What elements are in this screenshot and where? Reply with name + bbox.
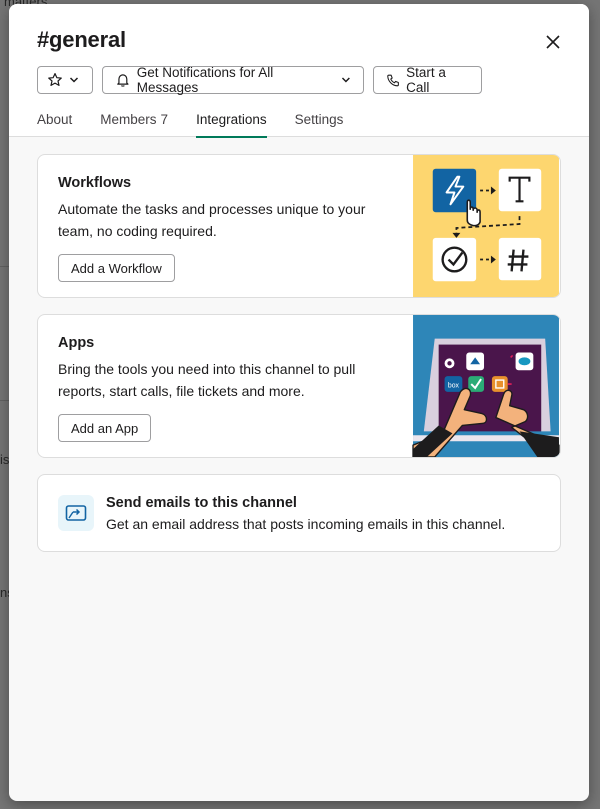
- workflows-title: Workflows: [58, 175, 132, 191]
- start-call-label: Start a Call: [406, 65, 446, 95]
- email-icon-container: [58, 495, 94, 531]
- tab-label: About: [37, 112, 73, 127]
- tab-about[interactable]: About: [37, 112, 72, 137]
- apps-illustration: box: [412, 315, 560, 457]
- star-icon: [48, 73, 62, 86]
- email-title: Send emails to this channel: [106, 495, 297, 511]
- tab-integrations[interactable]: Integrations: [196, 112, 267, 138]
- channel-hash: #: [37, 27, 50, 52]
- workflows-illustration: [413, 155, 559, 297]
- channel-actions: Get Notifications for All Messages Start…: [37, 65, 482, 95]
- apps-description: Bring the tools you need into this chann…: [58, 361, 356, 399]
- close-button[interactable]: [541, 30, 565, 54]
- apps-text: Apps Bring the tools you need into this …: [58, 335, 398, 402]
- email-forward-icon: [65, 505, 87, 521]
- modal-header: #general Get Notifications for All Messa…: [9, 4, 589, 138]
- add-app-button[interactable]: Add an App: [58, 414, 152, 442]
- workflows-description: Automate the tasks and processes unique …: [58, 201, 366, 239]
- tab-label: Integrations: [196, 112, 267, 127]
- add-workflow-button[interactable]: Add a Workflow: [58, 254, 175, 282]
- apps-title: Apps: [58, 335, 95, 351]
- chevron-down-icon: [342, 77, 351, 83]
- box-app-tile: box: [448, 382, 460, 389]
- chevron-down-icon: [69, 77, 79, 83]
- email-card[interactable]: Send emails to this channel Get an email…: [37, 474, 561, 552]
- notifications-button[interactable]: Get Notifications for All Messages: [102, 65, 364, 95]
- close-icon: [546, 35, 560, 49]
- tab-settings[interactable]: Settings: [295, 112, 344, 137]
- bell-icon: [117, 74, 129, 87]
- channel-details-modal: #general Get Notifications for All Messa…: [9, 4, 589, 801]
- members-count: 7: [160, 112, 169, 127]
- star-button[interactable]: [37, 66, 93, 94]
- workflows-card: Workflows Automate the tasks and process…: [37, 154, 561, 298]
- apps-card: Apps Bring the tools you need into this …: [37, 314, 561, 458]
- channel-title: #general: [37, 27, 126, 53]
- email-text: Send emails to this channel Get an email…: [106, 495, 505, 532]
- start-call-button[interactable]: Start a Call: [373, 65, 482, 95]
- channel-name: general: [49, 27, 126, 52]
- email-description: Get an email address that posts incoming…: [106, 516, 506, 532]
- notifications-label: Get Notifications for All Messages: [136, 65, 274, 95]
- tab-label: Members: [100, 112, 157, 127]
- tab-label: Settings: [294, 112, 344, 127]
- phone-icon: [387, 74, 399, 86]
- workflows-text: Workflows Automate the tasks and process…: [58, 175, 398, 242]
- tab-members[interactable]: Members 7: [100, 112, 168, 137]
- tab-bar: About Members 7 Integrations Settings: [37, 112, 344, 138]
